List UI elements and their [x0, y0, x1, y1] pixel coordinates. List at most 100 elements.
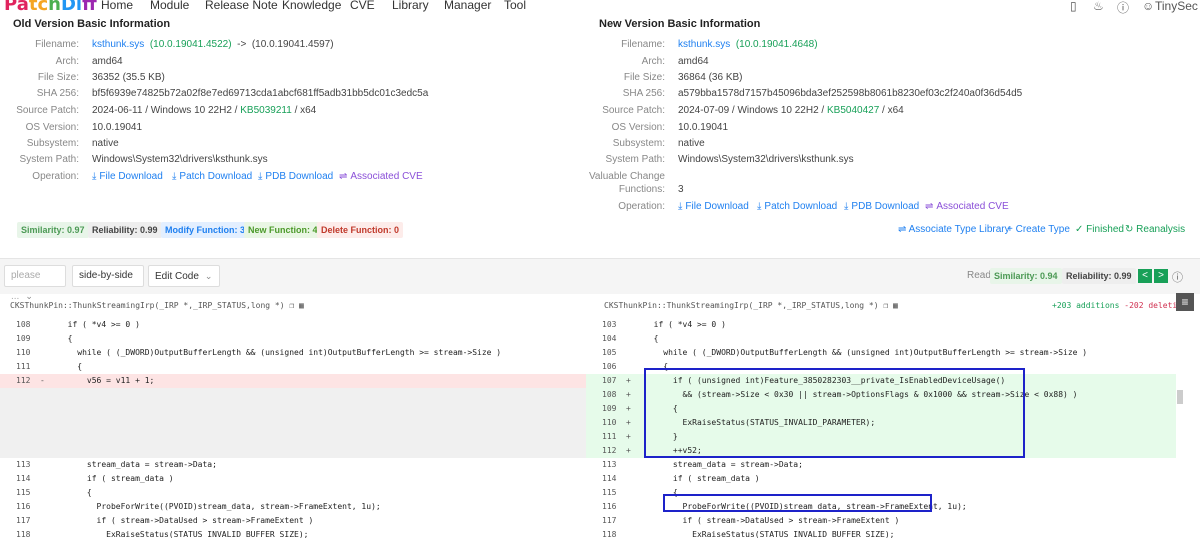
- nav-module[interactable]: Module: [150, 0, 189, 11]
- new-patch-kb[interactable]: KB5040427: [827, 105, 879, 116]
- old-file-download[interactable]: ⤓ File Download: [92, 171, 163, 182]
- scrollbar-thumb[interactable]: [1177, 390, 1183, 404]
- line-number: 116: [16, 502, 31, 511]
- modify-function-label: Modify Function:: [165, 225, 238, 235]
- plus-icon: +: [1007, 224, 1013, 235]
- diff-sign: +: [626, 418, 631, 427]
- help-icon[interactable]: ⓘ: [1117, 0, 1129, 16]
- diff-line: 115 {: [0, 486, 590, 500]
- new-patch-download[interactable]: ⤓ Patch Download: [757, 201, 837, 212]
- old-filename-label: Filename:: [35, 39, 79, 50]
- nav-library[interactable]: Library: [392, 0, 429, 11]
- reliability-tag: Reliability: 0.99: [88, 222, 162, 238]
- bell-icon[interactable]: ♨: [1093, 0, 1104, 13]
- old-pdb-download[interactable]: ⤓ PDB Download: [258, 171, 333, 182]
- code-text: while ( (_DWORD)OutputBufferLength && (u…: [58, 348, 502, 357]
- diff-line: 118 ExRaiseStatus(STATUS_INVALID_BUFFER_…: [0, 528, 590, 538]
- old-path: Windows\System32\drivers\ksthunk.sys: [92, 154, 268, 165]
- new-filename-row: ksthunk.sys (10.0.19041.4648): [678, 39, 818, 50]
- old-patch-kb[interactable]: KB5039211: [240, 105, 292, 116]
- old-patch-date: 2024-06-11 / Windows 10 22H2 /: [92, 105, 238, 116]
- diff-line: 108 if ( *v4 >= 0 ): [0, 318, 590, 332]
- old-sha: bf5f6939e74825b72a02f8e7ed69713cda1abcf6…: [92, 88, 429, 99]
- code-text: while ( (_DWORD)OutputBufferLength && (u…: [644, 348, 1088, 357]
- logo[interactable]: PatchDiff: [4, 0, 97, 15]
- new-pdb-download[interactable]: ⤓ PDB Download: [844, 201, 919, 212]
- new-sub-label: Subsystem:: [612, 138, 665, 149]
- diff-line: 114 if ( stream_data ): [586, 472, 1176, 486]
- diff-sign: +: [626, 390, 631, 399]
- line-number: 116: [602, 502, 617, 511]
- code-text: v56 = v11 + 1;: [58, 376, 155, 385]
- new-file-download[interactable]: ⤓ File Download: [678, 201, 749, 212]
- new-arch-label: Arch:: [641, 56, 665, 67]
- functions-count: 3: [678, 184, 684, 195]
- old-filename[interactable]: ksthunk.sys: [92, 39, 144, 50]
- expand-icon[interactable]: ▦: [893, 301, 898, 310]
- modify-function-tag: Modify Function: 3: [161, 222, 250, 238]
- new-os: 10.0.19041: [678, 122, 729, 133]
- old-version-title: Old Version Basic Information: [13, 18, 171, 30]
- logo-part: Di: [60, 0, 83, 15]
- right-function-name: CKSThunkPin::ThunkStreamingIrp(_IRP *,_I…: [604, 301, 879, 310]
- nav-knowledge[interactable]: Knowledge: [282, 0, 341, 11]
- reanalysis-button[interactable]: ↻ Reanalysis: [1125, 224, 1185, 235]
- new-os-label: OS Version:: [611, 122, 665, 133]
- edit-code-select[interactable]: Edit Code ⌄: [148, 265, 220, 287]
- new-patch-download-label: Patch Download: [764, 201, 838, 212]
- old-filename-row: ksthunk.sys (10.0.19041.4522) -> (10.0.1…: [92, 39, 334, 50]
- code-text: if ( stream_data ): [644, 474, 760, 483]
- function-search-select[interactable]: please ... ⌄: [4, 265, 66, 302]
- next-diff-button[interactable]: >: [1154, 269, 1168, 283]
- diff-line: 110 while ( (_DWORD)OutputBufferLength &…: [0, 346, 590, 360]
- left-diff-pane[interactable]: 108 if ( *v4 >= 0 ) 109 {110 while ( (_DW…: [0, 318, 590, 538]
- finished-button[interactable]: ✓ Finished: [1075, 224, 1124, 235]
- diff-scrollbar[interactable]: [1176, 318, 1184, 538]
- old-patch-arch: / x64: [294, 105, 317, 116]
- copy-icon[interactable]: ❐: [883, 301, 888, 310]
- diff-line: 109 {: [0, 332, 590, 346]
- new-associated-cve[interactable]: ⇌ Associated CVE: [925, 201, 1009, 212]
- download-icon: ⤓: [844, 201, 849, 212]
- line-number: 111: [602, 432, 617, 441]
- copy-icon[interactable]: ❐: [289, 301, 294, 310]
- diff-line: 104 {: [586, 332, 1176, 346]
- old-path-label: System Path:: [19, 154, 79, 165]
- old-associated-cve[interactable]: ⇌ Associated CVE: [339, 171, 423, 182]
- create-type-button[interactable]: + Create Type: [1007, 224, 1070, 235]
- notes-icon[interactable]: ▯: [1070, 0, 1077, 13]
- view-mode-select[interactable]: side-by-side: [72, 265, 144, 287]
- code-text: if ( stream->DataUsed > stream->FrameExt…: [58, 516, 314, 525]
- old-patch-download[interactable]: ⤓ Patch Download: [172, 171, 252, 182]
- new-function-tag: New Function: 4: [244, 222, 322, 238]
- code-text: if ( stream_data ): [58, 474, 174, 483]
- user-name[interactable]: TinySec: [1155, 0, 1198, 13]
- user-icon[interactable]: ☺: [1142, 0, 1154, 13]
- nav-tool[interactable]: Tool: [504, 0, 526, 11]
- nav-cve[interactable]: CVE: [350, 0, 375, 11]
- line-number: 117: [16, 516, 31, 525]
- help-icon[interactable]: ⓘ: [1172, 269, 1183, 285]
- prev-diff-button[interactable]: <: [1138, 269, 1152, 283]
- new-path-label: System Path:: [605, 154, 665, 165]
- code-text: ExRaiseStatus(STATUS_INVALID_BUFFER_SIZE…: [644, 530, 895, 538]
- line-number: 111: [16, 362, 31, 371]
- associate-type-library-button[interactable]: ⇌ Associate Type Library: [898, 224, 1010, 235]
- new-function-label: New Function:: [248, 225, 310, 235]
- link-icon: ⇌: [898, 224, 907, 235]
- similarity-value: 0.97: [67, 225, 85, 235]
- nav-release-note[interactable]: Release Note: [205, 0, 278, 11]
- expand-icon[interactable]: ▦: [299, 301, 304, 310]
- new-patch-label: Source Patch:: [602, 105, 665, 116]
- code-text: if ( stream->DataUsed > stream->FrameExt…: [644, 516, 900, 525]
- line-number: 113: [16, 460, 31, 469]
- logo-part: ff: [82, 0, 97, 15]
- new-version: (10.0.19041.4648): [735, 39, 818, 50]
- nav-home[interactable]: Home: [101, 0, 133, 11]
- menu-icon[interactable]: ≡: [1176, 293, 1194, 311]
- old-sub: native: [92, 138, 119, 149]
- diff-blank-row: [0, 416, 590, 430]
- new-filename[interactable]: ksthunk.sys: [678, 39, 730, 50]
- nav-manager[interactable]: Manager: [444, 0, 491, 11]
- new-pdb-download-label: PDB Download: [851, 201, 920, 212]
